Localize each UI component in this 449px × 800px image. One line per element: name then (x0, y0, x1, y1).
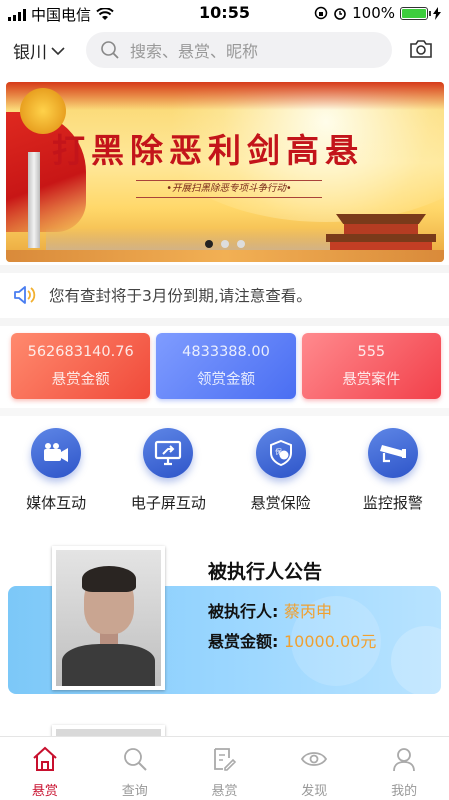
edit-note-icon (214, 748, 237, 771)
status-bar: 中国电信 10:55 100% (0, 0, 449, 28)
stat-label: 悬赏金额 (51, 372, 110, 388)
feature-monitor-alarm[interactable]: 监控报警 (337, 428, 449, 518)
feature-label: 媒体互动 (26, 494, 87, 512)
feature-label: 悬赏保险 (250, 494, 311, 512)
city-selector[interactable]: 银川 (13, 38, 65, 63)
tab-label: 悬赏 (211, 784, 238, 799)
alarm-icon (334, 8, 346, 20)
search-icon (123, 748, 147, 771)
notice-text: 您有查封将于3月份到期,请注意查看。 (49, 287, 312, 305)
reward-amount-row: 悬赏金额: 10000.00元 (208, 628, 376, 652)
tab-label: 悬赏 (31, 784, 58, 799)
feature-screen-interaction[interactable]: 电子屏互动 (112, 428, 224, 518)
bottom-tab-bar: 悬赏 查询 悬赏 发现 我的 (0, 736, 449, 800)
debtor-name-label: 被执行人: (208, 602, 279, 621)
pillar-decoration (28, 152, 40, 248)
battery-percent: 100% (352, 4, 395, 22)
stat-label: 领赏金额 (196, 372, 255, 388)
banner-subtitle: •开展扫黑除恶专项斗争行动• (136, 180, 322, 198)
speaker-icon (14, 286, 36, 304)
promo-banner[interactable]: 打黑除恶利剑高悬 •开展扫黑除恶专项斗争行动• (6, 82, 444, 262)
stat-value: 555 (357, 344, 386, 360)
announcement-title: 被执行人公告 (208, 561, 323, 583)
stat-label: 悬赏案件 (342, 372, 401, 388)
banner-title: 打黑除恶利剑高悬 (52, 131, 364, 170)
video-camera-icon (31, 428, 82, 478)
debtor-name-row: 被执行人: 蔡丙申 (208, 598, 332, 622)
camera-scan-icon[interactable] (409, 39, 433, 59)
tab-discover[interactable]: 发现 (269, 737, 359, 800)
tab-profile[interactable]: 我的 (359, 737, 449, 800)
tab-reward-home[interactable]: 悬赏 (0, 737, 90, 800)
feature-media-interaction[interactable]: 媒体互动 (0, 428, 112, 518)
top-header: 银川 搜索、悬赏、昵称 (0, 30, 449, 72)
stat-value: 562683140.76 (27, 344, 134, 360)
stats-row: 562683140.76 悬赏金额 4833388.00 领赏金额 555 悬赏… (11, 333, 441, 399)
tab-post-reward[interactable]: 悬赏 (180, 737, 270, 800)
stat-card-reward-amount[interactable]: 562683140.76 悬赏金额 (11, 333, 151, 399)
reward-amount-label: 悬赏金额: (208, 632, 279, 651)
carousel-dot[interactable] (237, 240, 245, 248)
notice-bar[interactable]: 您有查封将于3月份到期,请注意查看。 (0, 277, 449, 313)
carousel-dot-active[interactable] (205, 240, 213, 248)
chevron-down-icon (51, 46, 65, 55)
carousel-dot[interactable] (221, 240, 229, 248)
debtor-photo[interactable] (52, 546, 165, 690)
home-icon (33, 746, 57, 771)
battery-icon (400, 6, 431, 20)
rotation-lock-icon (314, 6, 328, 20)
search-placeholder: 搜索、悬赏、昵称 (130, 42, 259, 61)
eye-icon (301, 752, 328, 766)
charging-icon (433, 6, 441, 20)
city-label: 银川 (13, 43, 47, 63)
svg-text:保: 保 (275, 447, 282, 456)
screen-share-icon (143, 428, 194, 478)
carousel-dots (6, 240, 444, 248)
debtor-name-value: 蔡丙申 (283, 602, 332, 621)
page: 中国电信 10:55 100% 银川 搜索、悬赏、昵称 打黑除恶利剑高悬 •开展… (0, 0, 449, 800)
tab-label: 我的 (391, 784, 418, 799)
tab-query[interactable]: 查询 (90, 737, 180, 800)
feature-grid: 媒体互动 电子屏互动 保 悬赏保险 监控报警 (0, 428, 449, 518)
stat-card-reward-cases[interactable]: 555 悬赏案件 (301, 333, 441, 399)
tab-label: 发现 (301, 784, 328, 799)
tab-label: 查询 (121, 784, 148, 799)
feature-reward-insurance[interactable]: 保 悬赏保险 (225, 428, 337, 518)
feature-label: 监控报警 (362, 494, 423, 512)
reward-amount-value: 10000.00元 (283, 632, 377, 651)
search-input[interactable]: 搜索、悬赏、昵称 (86, 32, 392, 68)
user-icon (393, 748, 415, 772)
stat-card-claimed-amount[interactable]: 4833388.00 领赏金额 (156, 333, 296, 399)
shield-insurance-icon: 保 (255, 428, 306, 478)
stat-value: 4833388.00 (182, 344, 270, 360)
cctv-camera-icon (367, 428, 418, 478)
search-icon (101, 41, 119, 59)
feature-label: 电子屏互动 (130, 494, 206, 512)
